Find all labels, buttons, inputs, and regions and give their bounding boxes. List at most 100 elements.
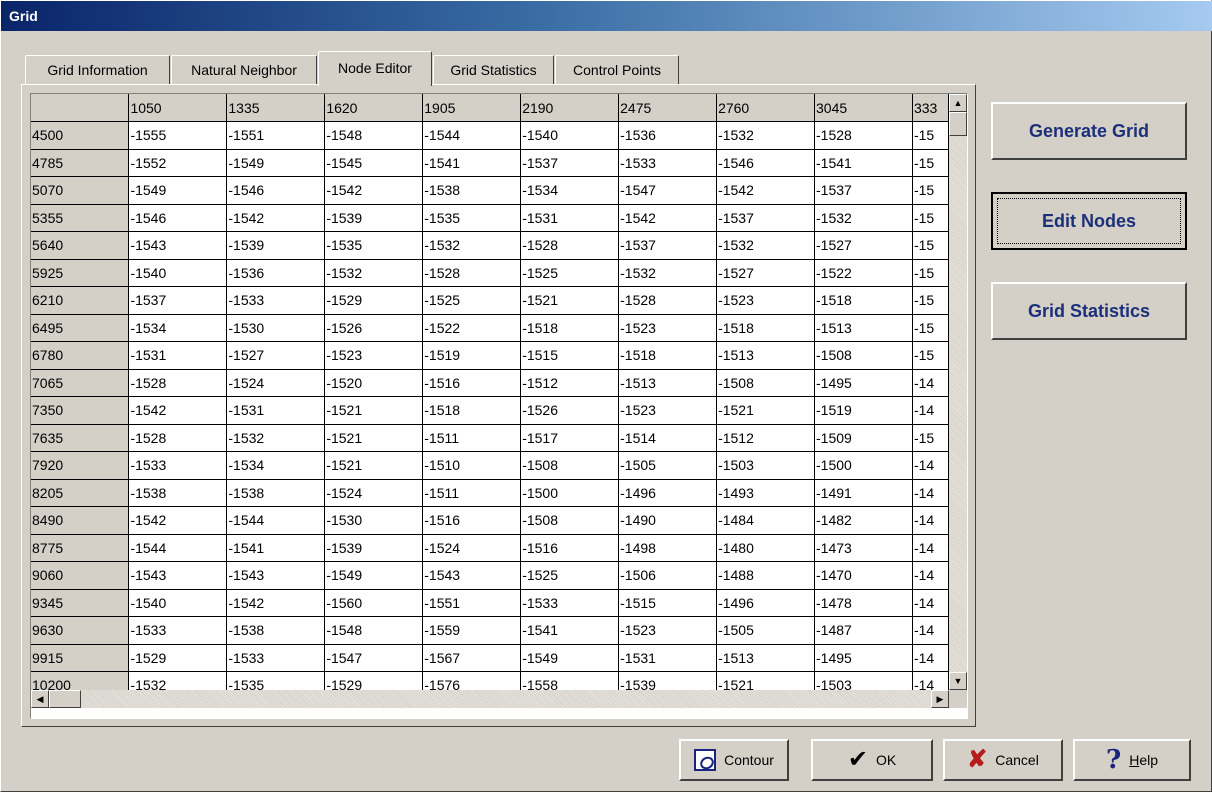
node-cell[interactable]: -1514	[618, 424, 718, 452]
node-cell[interactable]: -14	[912, 369, 949, 397]
node-cell[interactable]: -1532	[226, 424, 326, 452]
node-cell[interactable]: -1523	[716, 286, 815, 315]
node-cell[interactable]: -14	[912, 561, 949, 590]
node-cell[interactable]: -1534	[226, 451, 326, 480]
node-cell[interactable]: -1517	[520, 424, 620, 452]
tab-natural-neighbor[interactable]: Natural Neighbor	[171, 55, 317, 85]
node-cell[interactable]: -1532	[814, 204, 913, 232]
node-cell[interactable]: -15	[912, 176, 949, 205]
node-cell[interactable]: -1521	[324, 451, 424, 480]
row-header[interactable]: 4785	[31, 149, 130, 177]
node-cell[interactable]: -1525	[422, 286, 522, 315]
node-cell[interactable]: -1558	[520, 671, 620, 690]
node-cell[interactable]: -1541	[814, 149, 913, 177]
node-cell[interactable]: -15	[912, 121, 949, 150]
node-cell[interactable]: -1533	[226, 286, 326, 315]
node-cell[interactable]: -1545	[324, 149, 424, 177]
node-cell[interactable]: -1543	[128, 231, 228, 260]
row-header[interactable]: 9630	[31, 616, 130, 645]
node-cell[interactable]: -14	[912, 671, 949, 690]
node-cell[interactable]: -1535	[324, 231, 424, 260]
node-cell[interactable]: -1552	[128, 149, 228, 177]
node-cell[interactable]: -14	[912, 479, 949, 507]
node-cell[interactable]: -1544	[128, 534, 228, 562]
node-cell[interactable]: -1522	[814, 259, 913, 287]
node-cell[interactable]: -1539	[324, 534, 424, 562]
node-cell[interactable]: -1560	[324, 589, 424, 617]
node-cell[interactable]: -1533	[618, 149, 718, 177]
tab-grid-statistics[interactable]: Grid Statistics	[433, 55, 554, 85]
vertical-scrollbar[interactable]: ▲ ▼	[949, 94, 967, 690]
node-cell[interactable]: -1495	[814, 644, 913, 672]
node-cell[interactable]: -1546	[716, 149, 815, 177]
node-cell[interactable]: -1527	[814, 231, 913, 260]
node-cell[interactable]: -1508	[814, 341, 913, 370]
node-cell[interactable]: -1541	[422, 149, 522, 177]
node-cell[interactable]: -1537	[128, 286, 228, 315]
node-cell[interactable]: -1487	[814, 616, 913, 645]
node-cell[interactable]: -1547	[324, 644, 424, 672]
node-cell[interactable]: -1541	[226, 534, 326, 562]
node-cell[interactable]: -1544	[422, 121, 522, 150]
grid-statistics-button[interactable]: Grid Statistics	[991, 282, 1187, 340]
node-cell[interactable]: -1543	[128, 561, 228, 590]
generate-grid-button[interactable]: Generate Grid	[991, 102, 1187, 160]
column-header[interactable]: 3045	[814, 94, 913, 122]
node-cell[interactable]: -1539	[226, 231, 326, 260]
node-cell[interactable]: -1490	[618, 506, 718, 535]
node-cell[interactable]: -1519	[814, 396, 913, 425]
node-cell[interactable]: -1523	[618, 314, 718, 342]
column-header[interactable]: 2190	[520, 94, 620, 122]
node-cell[interactable]: -1532	[716, 121, 815, 150]
edit-nodes-button[interactable]: Edit Nodes	[991, 192, 1187, 250]
node-cell[interactable]: -1542	[618, 204, 718, 232]
node-cell[interactable]: -1531	[618, 644, 718, 672]
node-cell[interactable]: -1518	[716, 314, 815, 342]
node-cell[interactable]: -1536	[618, 121, 718, 150]
node-cell[interactable]: -1537	[520, 149, 620, 177]
horizontal-scroll-thumb[interactable]	[49, 690, 81, 708]
scroll-down-button[interactable]: ▼	[949, 672, 967, 690]
node-cell[interactable]: -1500	[814, 451, 913, 480]
tab-control-points[interactable]: Control Points	[555, 55, 679, 85]
row-header[interactable]: 5070	[31, 176, 130, 205]
node-cell[interactable]: -1546	[128, 204, 228, 232]
node-cell[interactable]: -1542	[128, 506, 228, 535]
row-header[interactable]: 9345	[31, 589, 130, 617]
node-cell[interactable]: -1508	[716, 369, 815, 397]
node-cell[interactable]: -1505	[618, 451, 718, 480]
column-header[interactable]: 1905	[422, 94, 522, 122]
node-cell[interactable]: -1511	[422, 479, 522, 507]
node-cell[interactable]: -1524	[422, 534, 522, 562]
node-cell[interactable]: -1532	[324, 259, 424, 287]
node-cell[interactable]: -1480	[716, 534, 815, 562]
node-cell[interactable]: -1548	[324, 616, 424, 645]
node-cell[interactable]: -1538	[226, 479, 326, 507]
node-cell[interactable]: -1542	[716, 176, 815, 205]
node-cell[interactable]: -1532	[716, 231, 815, 260]
row-header[interactable]: 9915	[31, 644, 130, 672]
row-header[interactable]: 5355	[31, 204, 130, 232]
node-cell[interactable]: -1549	[128, 176, 228, 205]
scroll-left-button[interactable]: ◀	[31, 690, 49, 708]
node-cell[interactable]: -1521	[520, 286, 620, 315]
node-cell[interactable]: -1532	[128, 671, 228, 690]
scroll-right-button[interactable]: ▶	[931, 690, 949, 708]
node-cell[interactable]: -1482	[814, 506, 913, 535]
node-cell[interactable]: -1527	[226, 341, 326, 370]
node-cell[interactable]: -15	[912, 231, 949, 260]
node-cell[interactable]: -1520	[324, 369, 424, 397]
node-cell[interactable]: -1515	[520, 341, 620, 370]
node-cell[interactable]: -1537	[618, 231, 718, 260]
node-cell[interactable]: -1544	[226, 506, 326, 535]
node-cell[interactable]: -1551	[226, 121, 326, 150]
column-header[interactable]: 1335	[226, 94, 326, 122]
node-cell[interactable]: -1513	[716, 644, 815, 672]
node-cell[interactable]: -1495	[814, 369, 913, 397]
node-cell[interactable]: -15	[912, 424, 949, 452]
node-cell[interactable]: -1543	[422, 561, 522, 590]
column-header[interactable]: 1050	[128, 94, 228, 122]
horizontal-scrollbar[interactable]: ◀ ▶	[31, 690, 949, 708]
node-cell[interactable]: -15	[912, 341, 949, 370]
node-cell[interactable]: -1488	[716, 561, 815, 590]
